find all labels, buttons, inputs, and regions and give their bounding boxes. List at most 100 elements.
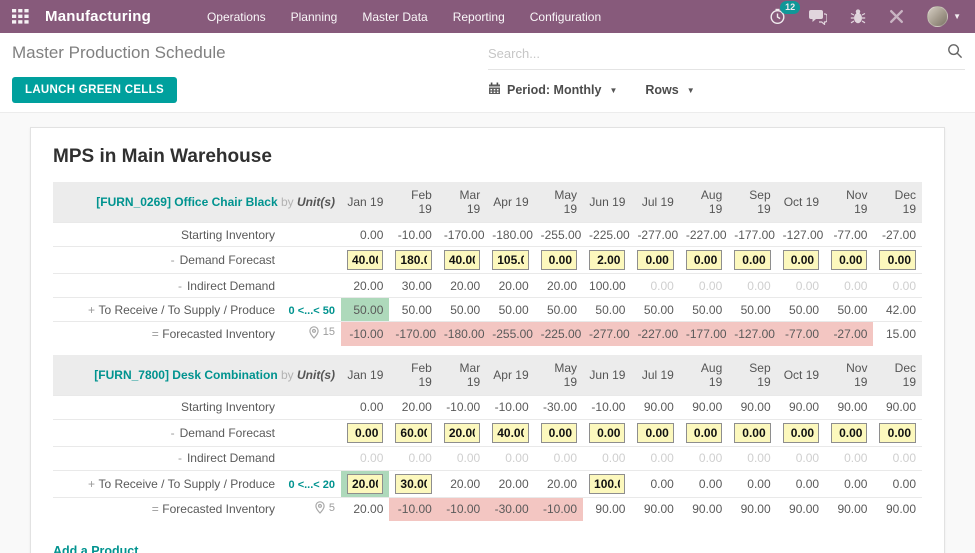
activities-clock-icon[interactable]: 12 — [769, 1, 801, 25]
product-by-label: by — [277, 367, 297, 382]
row-prefix: + — [87, 476, 95, 491]
demand-forecast-input[interactable] — [395, 422, 432, 443]
demand-forecast-input[interactable] — [879, 250, 916, 270]
location-count: 15 — [322, 326, 335, 339]
row-label: - Indirect Demand — [53, 445, 281, 470]
demand-forecast-input[interactable] — [492, 422, 529, 443]
row-label-text: To Receive / To Supply / Produce — [98, 302, 275, 317]
to-replenish-cell: 0.00 — [825, 469, 874, 497]
demand-forecast-input[interactable] — [734, 422, 771, 443]
forecasted-inventory-cell: -225.00 — [534, 321, 584, 346]
demand-forecast-cell — [389, 418, 438, 446]
demand-forecast-input[interactable] — [492, 250, 529, 270]
to-replenish-cell: 0.00 — [873, 469, 922, 497]
demand-forecast-cell — [631, 418, 680, 446]
to-replenish-input[interactable] — [347, 473, 384, 494]
menu-reporting[interactable]: Reporting — [453, 10, 505, 24]
starting-inventory-cell: 90.00 — [631, 394, 680, 419]
demand-forecast-input[interactable] — [685, 422, 723, 443]
menu-planning[interactable]: Planning — [291, 10, 338, 24]
row-label: + To Receive / To Supply / Produce — [53, 297, 281, 322]
starting-inventory-cell: -30.00 — [534, 394, 584, 419]
demand-forecast-input[interactable] — [540, 250, 578, 270]
demand-forecast-input[interactable] — [734, 250, 771, 270]
month-header: Feb 19 — [389, 182, 438, 223]
month-header: May 19 — [534, 182, 584, 223]
demand-forecast-input[interactable] — [879, 422, 916, 443]
to-replenish-cell: 50.00 — [825, 297, 874, 322]
rows-filter[interactable]: Rows ▼ — [645, 83, 694, 97]
row-prefix: - — [177, 451, 182, 465]
period-filter[interactable]: Period: Monthly ▼ — [488, 82, 617, 98]
indirect-demand-cell: 0.00 — [728, 445, 777, 470]
starting-inventory-cell: -10.00 — [437, 394, 487, 419]
demand-forecast-cell — [825, 246, 874, 274]
user-menu[interactable]: ▼ — [927, 6, 961, 27]
app-title[interactable]: Manufacturing — [45, 8, 151, 25]
demand-forecast-input[interactable] — [443, 422, 481, 443]
forecasted-inventory-cell: -10.00 — [437, 496, 487, 521]
main-menu: Operations Planning Master Data Reportin… — [207, 10, 601, 24]
forecasted-inventory-cell: -30.00 — [486, 496, 535, 521]
demand-forecast-input[interactable] — [637, 422, 674, 443]
indirect-demand-cell: 0.00 — [679, 445, 729, 470]
add-product-link[interactable]: Add a Product — [53, 544, 138, 553]
demand-forecast-input[interactable] — [685, 250, 723, 270]
indirect-demand-cell: 0.00 — [776, 445, 826, 470]
messages-icon[interactable] — [809, 9, 828, 25]
forecasted-inventory-cell: -170.00 — [389, 321, 438, 346]
indirect-demand-cell: 0.00 — [873, 273, 922, 298]
month-header: Sep 19 — [728, 354, 777, 395]
demand-forecast-input[interactable] — [443, 250, 481, 270]
demand-forecast-input[interactable] — [831, 250, 868, 270]
to-replenish-cell: 50.00 — [341, 297, 390, 322]
row-label-text: To Receive / To Supply / Produce — [98, 476, 275, 491]
month-header: Dec 19 — [873, 182, 922, 223]
menu-master-data[interactable]: Master Data — [362, 10, 427, 24]
demand-forecast-input[interactable] — [347, 250, 384, 270]
row-indicator-cell: 15 — [281, 321, 341, 346]
bug-icon[interactable] — [850, 8, 866, 25]
search-box — [488, 40, 965, 70]
launch-green-cells-button[interactable]: LAUNCH GREEN CELLS — [12, 77, 177, 103]
demand-forecast-input[interactable] — [637, 250, 674, 270]
demand-forecast-input[interactable] — [831, 422, 868, 443]
menu-configuration[interactable]: Configuration — [530, 10, 601, 24]
to-replenish-cell: 50.00 — [631, 297, 680, 322]
search-icon[interactable] — [947, 43, 963, 64]
demand-forecast-input[interactable] — [589, 422, 626, 443]
developer-tools-icon[interactable] — [889, 9, 904, 24]
row-label: - Demand Forecast — [53, 418, 281, 446]
forecasted-inventory-cell: 90.00 — [728, 496, 777, 521]
product-header-cell: [FURN_7800] Desk Combination by Unit(s) — [53, 354, 341, 395]
warehouse-heading: MPS in Main Warehouse — [53, 146, 272, 167]
demand-forecast-input[interactable] — [540, 422, 578, 443]
row-label: + To Receive / To Supply / Produce — [53, 469, 281, 497]
forecasted-inventory-cell: -10.00 — [389, 496, 438, 521]
demand-forecast-input[interactable] — [782, 250, 820, 270]
demand-forecast-input[interactable] — [782, 422, 820, 443]
mps-card: MPS in Main Warehouse [FURN_0269] Office… — [30, 127, 945, 553]
row-indicator-cell — [281, 246, 341, 274]
product-link[interactable]: [FURN_0269] Office Chair Black — [96, 195, 277, 209]
chevron-down-icon: ▼ — [953, 12, 961, 21]
forecasted-inventory-cell: -27.00 — [825, 321, 874, 346]
product-link[interactable]: [FURN_7800] Desk Combination — [94, 368, 277, 382]
demand-forecast-cell — [486, 418, 535, 446]
indirect-demand-cell: 0.00 — [825, 273, 874, 298]
row-indirect: - Indirect Demand 20.00 30.00 20.00 20.00 20.0… — [53, 273, 922, 298]
location-indicator: 5 — [315, 501, 335, 515]
to-replenish-cell: 0.00 — [776, 469, 826, 497]
indirect-demand-cell: 0.00 — [534, 445, 584, 470]
demand-forecast-input[interactable] — [347, 422, 384, 443]
apps-grid-icon[interactable] — [12, 9, 29, 24]
demand-forecast-input[interactable] — [395, 250, 432, 270]
starting-inventory-cell: 90.00 — [776, 394, 826, 419]
row-label: - Demand Forecast — [53, 246, 281, 274]
to-replenish-input[interactable] — [589, 473, 626, 494]
starting-inventory-cell: -180.00 — [486, 222, 535, 247]
menu-operations[interactable]: Operations — [207, 10, 266, 24]
demand-forecast-input[interactable] — [589, 250, 626, 270]
to-replenish-input[interactable] — [395, 473, 432, 494]
search-input[interactable] — [488, 46, 947, 61]
